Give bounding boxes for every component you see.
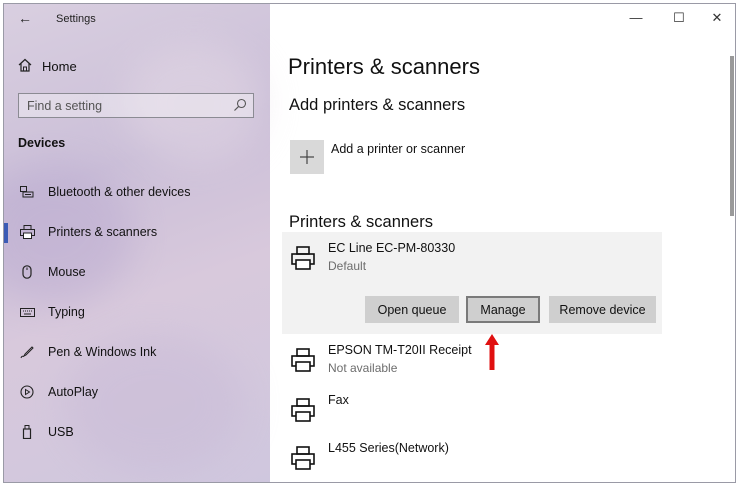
add-heading: Add printers & scanners bbox=[289, 96, 466, 114]
usb-icon bbox=[19, 425, 35, 439]
sidebar-item-label: AutoPlay bbox=[48, 385, 99, 399]
search-input[interactable] bbox=[19, 94, 227, 117]
settings-window: ← Settings Home Devices Bluetooth & othe… bbox=[3, 3, 736, 483]
search-box[interactable] bbox=[18, 93, 254, 118]
keyboard-icon bbox=[19, 307, 35, 317]
home-link[interactable]: Home bbox=[18, 58, 77, 75]
printer-item[interactable]: L455 Series(Network) bbox=[282, 441, 662, 481]
back-arrow-icon[interactable]: ← bbox=[18, 10, 32, 26]
plus-icon bbox=[300, 150, 314, 164]
annotation-arrow-icon bbox=[484, 334, 500, 375]
pen-icon bbox=[19, 345, 35, 359]
printer-icon bbox=[290, 347, 316, 378]
sidebar-item-label: Typing bbox=[48, 305, 85, 319]
mouse-icon bbox=[19, 265, 35, 279]
section-label-devices: Devices bbox=[18, 136, 66, 150]
sidebar: ← Settings Home Devices Bluetooth & othe… bbox=[4, 4, 270, 482]
sidebar-item-bluetooth[interactable]: Bluetooth & other devices bbox=[4, 175, 270, 209]
printer-item[interactable]: EC Line EC-PM-80330 Default bbox=[282, 241, 662, 281]
title-bar: ← Settings bbox=[4, 4, 270, 34]
open-queue-button[interactable]: Open queue bbox=[365, 296, 459, 323]
sidebar-item-pen[interactable]: Pen & Windows Ink bbox=[4, 335, 270, 369]
printer-item[interactable]: EPSON TM-T20II Receipt Not available bbox=[282, 343, 662, 383]
manage-button[interactable]: Manage bbox=[466, 296, 540, 323]
scrollbar[interactable] bbox=[730, 56, 734, 216]
sidebar-item-usb[interactable]: USB bbox=[4, 415, 270, 449]
sidebar-item-label: Pen & Windows Ink bbox=[48, 345, 157, 359]
printer-status: Not available bbox=[328, 361, 398, 375]
printers-heading: Printers & scanners bbox=[289, 213, 433, 231]
printer-name: L455 Series(Network) bbox=[328, 441, 449, 455]
sidebar-item-typing[interactable]: Typing bbox=[4, 295, 270, 329]
printer-name: Fax bbox=[328, 393, 349, 407]
page-title: Printers & scanners bbox=[288, 54, 480, 79]
home-label: Home bbox=[42, 59, 77, 74]
printer-status: Default bbox=[328, 259, 367, 273]
app-title: Settings bbox=[56, 13, 96, 25]
sidebar-item-label: Mouse bbox=[48, 265, 86, 279]
autoplay-icon bbox=[19, 385, 35, 399]
home-icon bbox=[18, 58, 32, 75]
add-printer-label[interactable]: Add a printer or scanner bbox=[331, 142, 465, 156]
printer-icon bbox=[290, 445, 316, 476]
bluetooth-devices-icon bbox=[19, 186, 35, 198]
sidebar-item-label: Printers & scanners bbox=[48, 225, 158, 239]
sidebar-item-printers[interactable]: Printers & scanners bbox=[4, 215, 270, 249]
printer-icon bbox=[19, 225, 35, 239]
search-icon[interactable] bbox=[233, 98, 247, 117]
sidebar-item-label: USB bbox=[48, 425, 74, 439]
printer-icon bbox=[290, 245, 316, 276]
sidebar-item-autoplay[interactable]: AutoPlay bbox=[4, 375, 270, 409]
printer-name: EPSON TM-T20II Receipt bbox=[328, 343, 472, 357]
main-content: Printers & scanners Add printers & scann… bbox=[270, 4, 735, 482]
printer-name: EC Line EC-PM-80330 bbox=[328, 241, 456, 255]
sidebar-item-mouse[interactable]: Mouse bbox=[4, 255, 270, 289]
printer-icon bbox=[290, 397, 316, 428]
add-printer-button[interactable] bbox=[290, 140, 324, 174]
sidebar-item-label: Bluetooth & other devices bbox=[48, 185, 191, 199]
remove-device-button[interactable]: Remove device bbox=[549, 296, 656, 323]
printer-item[interactable]: Fax bbox=[282, 393, 662, 433]
